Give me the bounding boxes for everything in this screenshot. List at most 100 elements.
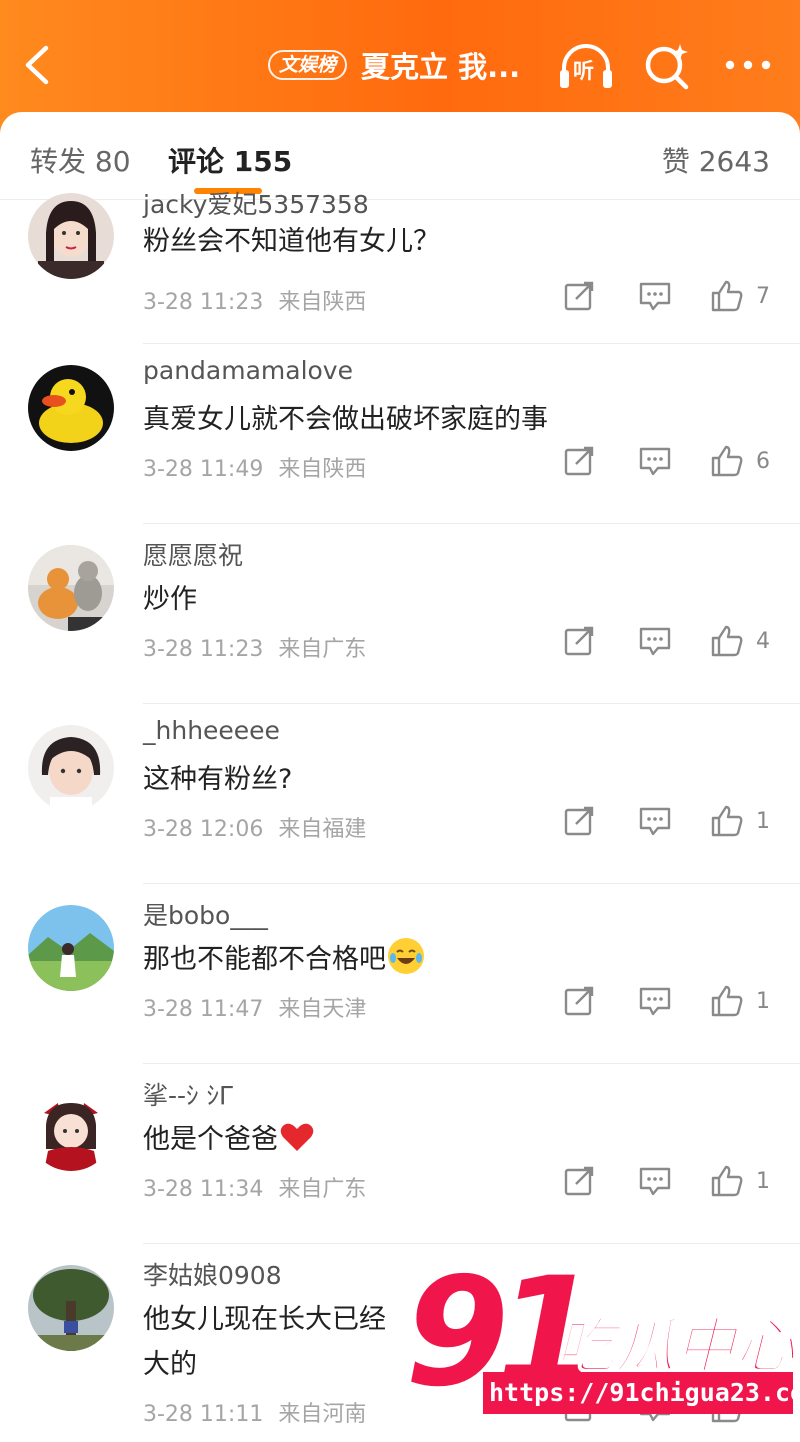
like-count: 7 [756,283,770,309]
share-icon[interactable] [562,984,596,1018]
comment-location: 来自天津 [278,997,367,1022]
reply-icon[interactable] [638,279,672,313]
share-icon[interactable] [562,624,596,658]
like-count: 4 [756,628,770,654]
reply-icon[interactable] [638,984,672,1018]
avatar-image [28,1085,114,1171]
comment-author[interactable]: pandamamalove [143,356,353,385]
avatar[interactable] [28,1265,114,1351]
reply-icon[interactable] [638,1164,672,1198]
thumbs-up-icon[interactable] [710,444,744,478]
more-options-button[interactable] [722,48,774,82]
chevron-left-icon [25,45,49,85]
laugh-cry-emoji-icon [388,938,424,974]
search-sparkle-icon [645,44,689,90]
share-icon[interactable] [562,279,596,313]
more-dots-icon [725,60,771,70]
avatar-image [28,193,114,279]
heart-emoji-icon [280,1123,314,1151]
comment-time: 3-28 11:34 [143,1177,264,1202]
comment-author[interactable]: 愿愿愿祝 [143,536,243,572]
share-icon[interactable] [562,1164,596,1198]
comment-location: 来自陕西 [278,457,367,482]
comment-time: 3-28 11:47 [143,997,264,1022]
avatar-image [28,725,114,811]
back-button[interactable] [18,40,58,90]
like-count: 1 [756,808,770,834]
tab-comments[interactable]: 评论 155 [168,140,292,180]
like-count: 1 [756,988,770,1014]
thumbs-up-icon[interactable] [710,279,744,313]
comment-location: 来自广东 [278,1177,367,1202]
like-count: 6 [756,448,770,474]
avatar[interactable] [28,905,114,991]
title-area: 文娱榜 夏克立 我... [268,44,520,86]
comment-time: 3-28 11:49 [143,457,264,482]
comment-author[interactable]: jacky爱妃5357358 [143,185,369,221]
avatar[interactable] [28,1085,114,1171]
comment-time: 3-28 11:11 [143,1402,264,1427]
comment-location: 来自福建 [278,817,367,842]
comment-item: 愿愿愿祝 炒作 3-28 11:23 来自广东 4 [0,524,800,704]
tab-likes[interactable]: 赞 2643 [662,140,770,180]
search-button[interactable] [642,40,694,92]
comment-actions: 1 [562,804,772,838]
comment-actions: 6 [562,444,772,478]
avatar[interactable] [28,365,114,451]
avatar[interactable] [28,545,114,631]
comment-time: 3-28 11:23 [143,637,264,662]
comment-author[interactable]: 挲--ｼ ｼΓ [143,1076,233,1112]
watermark-url: https://91chigua23.com [483,1372,800,1414]
comment-actions: 7 [562,279,772,313]
comment-meta: 3-28 11:23 来自广东 [143,631,366,663]
comment-item: jacky爱妃5357358 粉丝会不知道他有女儿？ 3-28 11:23 来自… [0,190,800,344]
avatar[interactable] [28,193,114,279]
like-count: 1 [756,1168,770,1194]
comment-meta: 3-28 12:06 来自福建 [143,811,366,843]
comment-meta: 3-28 11:47 来自天津 [143,991,366,1023]
comment-meta: 3-28 11:34 来自广东 [143,1171,366,1203]
comment-location: 来自陕西 [278,290,367,315]
comments-sheet: 转发 80 评论 155 赞 2643 jacky爱妃5357358 粉丝会不知… [0,112,800,1442]
comment-meta: 3-28 11:49 来自陕西 [143,451,366,483]
comment-meta: 3-28 11:23 来自陕西 [143,284,366,316]
comment-author[interactable]: 李姑娘0908 [143,1256,282,1292]
thumbs-up-icon[interactable] [710,984,744,1018]
comment-author[interactable]: _hhheeeee [143,716,280,745]
avatar[interactable] [28,725,114,811]
tab-forward[interactable]: 转发 80 [30,140,131,180]
comment-meta: 3-28 11:11 来自河南 [143,1396,366,1428]
comment-time: 3-28 12:06 [143,817,264,842]
comment-item: _hhheeeee 这种有粉丝? 3-28 12:06 来自福建 1 [0,704,800,884]
comment-location: 来自广东 [278,637,367,662]
comment-location: 来自河南 [278,1402,367,1427]
comment-author[interactable]: 是bobo___ [143,896,268,932]
comment-actions: 1 [562,1164,772,1198]
share-icon[interactable] [562,804,596,838]
listen-button[interactable]: 听 [556,40,616,94]
listen-label: 听 [573,59,594,83]
reply-icon[interactable] [638,624,672,658]
thumbs-up-icon[interactable] [710,624,744,658]
page-title: 夏克立 我... [361,50,521,84]
comment-text-content: 他是个爸爸 [143,1124,278,1155]
comment-item: 挲--ｼ ｼΓ 他是个爸爸 3-28 11:34 来自广东 1 [0,1064,800,1244]
comment-text: 这种有粉丝? [143,764,293,795]
comment-text-content: 那也不能都不合格吧 [143,944,386,975]
comment-text: 那也不能都不合格吧 [143,937,783,982]
comment-actions: 4 [562,624,772,658]
comment-text: 炒作 [143,584,197,615]
comment-text: 他是个爸爸 [143,1117,783,1162]
avatar-image [28,905,114,991]
hot-list-tag[interactable]: 文娱榜 [268,50,348,80]
comment-actions: 1 [562,984,772,1018]
tab-bar: 转发 80 评论 155 赞 2643 [0,112,800,200]
thumbs-up-icon[interactable] [710,804,744,838]
reply-icon[interactable] [638,804,672,838]
thumbs-up-icon[interactable] [710,1164,744,1198]
share-icon[interactable] [562,444,596,478]
avatar-image [28,545,114,631]
comment-item: pandamamalove 真爱女儿就不会做出破坏家庭的事 3-28 11:49… [0,344,800,524]
reply-icon[interactable] [638,444,672,478]
comment-item: 是bobo___ 那也不能都不合格吧 3-28 11:47 来自天津 1 [0,884,800,1064]
